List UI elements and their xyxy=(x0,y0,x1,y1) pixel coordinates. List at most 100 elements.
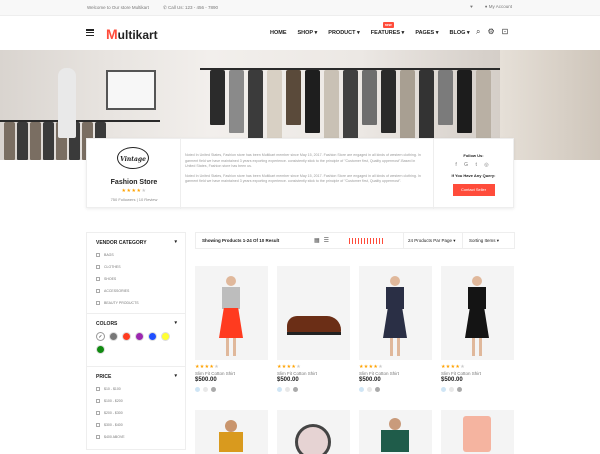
grid-view-icon[interactable]: ▦ xyxy=(314,237,320,244)
list-view-icon[interactable]: ☰ xyxy=(324,237,329,244)
product-card[interactable]: ★★★★★ Slim Fit Cotton Shirt $500.00 xyxy=(277,266,350,392)
nav-item-blog[interactable]: BLOG ▾ xyxy=(449,30,469,36)
hamburger-menu-icon[interactable] xyxy=(86,29,94,36)
hanging-garment xyxy=(210,70,225,125)
nav-item-pages[interactable]: PAGES ▾ xyxy=(415,30,438,36)
hanging-garment xyxy=(17,122,28,160)
site-logo[interactable]: Multikart xyxy=(106,26,158,42)
checkbox[interactable] xyxy=(96,411,100,415)
product-image[interactable] xyxy=(359,266,432,360)
grid-6-icon[interactable] xyxy=(376,238,383,244)
checkbox[interactable] xyxy=(96,423,100,427)
search-icon[interactable]: ⌕ xyxy=(476,27,480,37)
product-image[interactable] xyxy=(195,410,268,454)
per-page-select[interactable]: 24 Products Par Page ▾ xyxy=(403,233,461,248)
checkbox[interactable] xyxy=(96,435,100,439)
nav-item-product[interactable]: PRODUCT ▾ xyxy=(328,30,360,36)
vendor-category-heading[interactable]: VENDOR CATEGORY ▾ xyxy=(87,233,185,249)
category-filter-option[interactable]: CLOTHES xyxy=(87,261,185,273)
color-swatch[interactable] xyxy=(122,332,131,341)
color-option[interactable] xyxy=(367,387,372,392)
product-image[interactable] xyxy=(277,410,350,454)
color-option[interactable] xyxy=(441,387,446,392)
color-option[interactable] xyxy=(449,387,454,392)
product-card[interactable] xyxy=(441,410,514,454)
hanging-garment xyxy=(229,70,244,133)
price-filter-option[interactable]: $10 - $100 xyxy=(87,383,185,395)
product-image[interactable] xyxy=(441,266,514,360)
color-option[interactable] xyxy=(293,387,298,392)
sorting-select[interactable]: Sorting Items ▾ xyxy=(462,233,514,248)
checkbox[interactable] xyxy=(96,277,100,281)
hanging-garment xyxy=(248,70,263,141)
product-title[interactable]: Slim Fit Cotton Shirt xyxy=(359,371,432,376)
contact-seller-button[interactable]: Contact Seller xyxy=(452,184,495,196)
product-image[interactable] xyxy=(441,410,514,454)
color-option[interactable] xyxy=(277,387,282,392)
chevron-down-icon: ▾ xyxy=(465,30,470,36)
instagram-icon[interactable]: ◎ xyxy=(484,162,491,168)
price-filter-option[interactable]: $400 ABOVE xyxy=(87,431,185,443)
product-card[interactable]: ★★★★★ Slim Fit Cotton Shirt $500.00 xyxy=(359,266,432,392)
grid-2-icon[interactable] xyxy=(349,238,356,244)
price-filter-option[interactable]: $300 - $400 xyxy=(87,419,185,431)
product-card[interactable]: ★★★★★ Slim Fit Cotton Shirt $500.00 xyxy=(441,266,514,392)
product-title[interactable]: Slim Fit Cotton Shirt xyxy=(441,371,514,376)
vendor-desc-paragraph: Noted In United States, Fashion store ha… xyxy=(185,153,421,168)
vendor-logo: Vintage xyxy=(117,147,149,169)
color-option[interactable] xyxy=(203,387,208,392)
category-filter-option[interactable]: BEAUTY PRODUCTS xyxy=(87,297,185,309)
color-swatch[interactable]: ✓ xyxy=(96,332,105,341)
hanging-garment xyxy=(381,70,396,133)
checkbox[interactable] xyxy=(96,301,100,305)
chevron-down-icon: ▾ xyxy=(174,239,177,245)
color-swatch[interactable] xyxy=(109,332,118,341)
color-swatch[interactable] xyxy=(161,332,170,341)
color-option[interactable] xyxy=(195,387,200,392)
price-filter-option[interactable]: $100 - $200 xyxy=(87,395,185,407)
account-link[interactable]: ● My Account xyxy=(485,4,512,9)
checkbox[interactable] xyxy=(96,265,100,269)
color-option[interactable] xyxy=(359,387,364,392)
colors-heading[interactable]: COLORS ▾ xyxy=(87,314,185,330)
product-image[interactable] xyxy=(359,410,432,454)
gear-icon[interactable]: ⚙ xyxy=(487,27,494,37)
hanging-garment xyxy=(4,122,15,160)
color-swatch[interactable] xyxy=(148,332,157,341)
google-plus-icon[interactable]: G xyxy=(464,162,471,168)
product-image[interactable] xyxy=(277,266,350,360)
product-card[interactable]: ★★★★★ Slim Fit Cotton Shirt $500.00 xyxy=(195,266,268,392)
category-filter-option[interactable]: SHOES xyxy=(87,273,185,285)
nav-item-home[interactable]: HOME xyxy=(270,30,287,36)
color-option[interactable] xyxy=(375,387,380,392)
checkbox[interactable] xyxy=(96,289,100,293)
category-filter-option[interactable]: ACCESSORIES xyxy=(87,285,185,297)
checkbox[interactable] xyxy=(96,387,100,391)
checkbox[interactable] xyxy=(96,399,100,403)
nav-item-features[interactable]: FEATURES ▾ new xyxy=(371,22,404,36)
checkbox[interactable] xyxy=(96,253,100,257)
color-option[interactable] xyxy=(457,387,462,392)
category-filter-option[interactable]: BAGS xyxy=(87,249,185,261)
grid-4-icon[interactable] xyxy=(367,238,374,244)
grid-3-icon[interactable] xyxy=(358,238,365,244)
facebook-icon[interactable]: f xyxy=(455,162,459,168)
nav-item-shop[interactable]: SHOP ▾ xyxy=(298,30,318,36)
color-option[interactable] xyxy=(211,387,216,392)
product-card[interactable] xyxy=(277,410,350,454)
product-title[interactable]: Slim Fit Cotton Shirt xyxy=(195,371,268,376)
price-heading[interactable]: PRICE ▾ xyxy=(87,367,185,383)
main-nav: HOME SHOP ▾ PRODUCT ▾ FEATURES ▾ new PAGES ▾ B… xyxy=(270,22,470,36)
product-title[interactable]: Slim Fit Cotton Shirt xyxy=(277,371,350,376)
color-swatch[interactable] xyxy=(96,345,105,354)
price-filter-option[interactable]: $200 - $300 xyxy=(87,407,185,419)
twitter-icon[interactable]: t xyxy=(475,162,479,168)
product-card[interactable] xyxy=(359,410,432,454)
wishlist-heart-icon[interactable]: ♥ xyxy=(470,4,473,9)
product-card[interactable] xyxy=(195,410,268,454)
cart-icon[interactable]: ⊡ xyxy=(502,27,509,37)
product-image[interactable] xyxy=(195,266,268,360)
color-swatch[interactable] xyxy=(135,332,144,341)
color-option[interactable] xyxy=(285,387,290,392)
vendor-rating: ★★★★★ xyxy=(87,188,181,194)
